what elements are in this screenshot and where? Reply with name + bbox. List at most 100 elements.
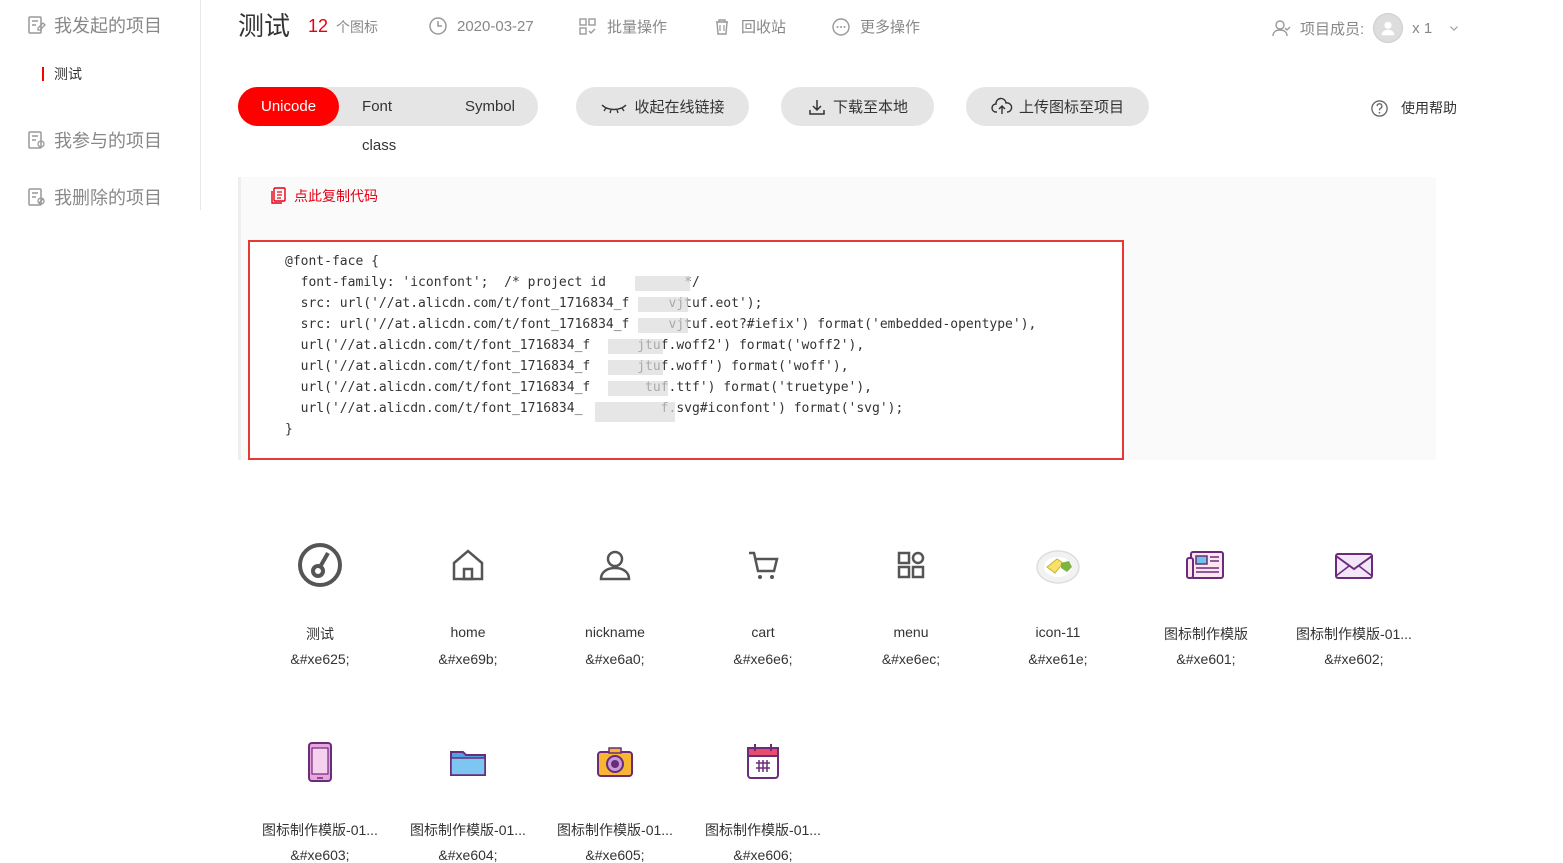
redaction-blur [608, 360, 663, 375]
code-line: url('//at.alicdn.com/t/font_1716834_f tu… [285, 380, 872, 395]
code-line: url('//at.alicdn.com/t/font_1716834_f jt… [285, 359, 849, 374]
icon-name: 图标制作模版-01... [557, 822, 673, 838]
icon-code: &#xe603; [290, 847, 350, 863]
upload-icons-button[interactable]: 上传图标至项目 [966, 87, 1149, 126]
calendar-icon [738, 737, 788, 787]
date-text: 2020-03-27 [457, 17, 534, 35]
icon-name: 图标制作模版-01... [705, 822, 821, 838]
user-avatar-icon [1381, 21, 1395, 36]
icon-card[interactable]: 图标制作模版-01... &#xe603; [246, 737, 394, 863]
icon-name: 图标制作模版 [1164, 626, 1248, 642]
icon-name: nickname [585, 624, 645, 640]
icon-name: 图标制作模版-01... [410, 822, 526, 838]
clock-icon [429, 17, 447, 35]
members-label: 项目成员: [1300, 20, 1365, 38]
sidebar-item-label: 我删除的项目 [54, 188, 162, 208]
cloud-upload-icon [991, 97, 1013, 114]
icon-card[interactable]: icon-11 &#xe61e; [984, 540, 1132, 680]
chevron-down-icon [1450, 26, 1459, 31]
home-icon [443, 540, 493, 590]
more-operations-button[interactable]: 更多操作 [831, 16, 920, 37]
project-date: 2020-03-27 [428, 16, 534, 36]
icon-code: &#xe6ec; [881, 651, 941, 667]
active-marker [42, 67, 44, 81]
cart-icon [738, 540, 788, 590]
food-plate-icon [1033, 540, 1083, 590]
sidebar-sub-item-label: 测试 [54, 66, 82, 82]
icon-name: 测试 [306, 626, 334, 642]
redaction-blur [595, 402, 675, 422]
icon-card[interactable]: 测试 &#xe625; [246, 540, 394, 680]
icon-code: &#xe602; [1324, 651, 1384, 667]
icon-code: &#xe605; [585, 847, 645, 863]
icon-card[interactable]: 图标制作模版-01... &#xe606; [689, 737, 837, 863]
copy-icon [271, 187, 286, 204]
phone-icon [295, 737, 345, 787]
sidebar-item-label: 我参与的项目 [54, 131, 162, 151]
copy-code-label: 点此复制代码 [294, 188, 378, 204]
collapse-online-link-button[interactable]: 收起在线链接 [576, 87, 749, 126]
batch-operation-button[interactable]: 批量操作 [578, 16, 667, 37]
icon-name: icon-11 [1035, 624, 1081, 640]
more-dots-icon [832, 17, 850, 36]
icon-name: home [450, 624, 486, 640]
upload-icons-label: 上传图标至项目 [1018, 99, 1124, 116]
sidebar-item-initiated[interactable]: 我发起的项目 [26, 12, 162, 38]
sidebar: 我发起的项目 测试 我参与的项目 我删除的项目 [0, 0, 201, 210]
icon-name: 图标制作模版-01... [1296, 626, 1412, 642]
help-label: 使用帮助 [1401, 100, 1457, 116]
project-members[interactable]: 项目成员: x 1 [1271, 13, 1461, 43]
tab-font-class[interactable]: Font class [339, 87, 442, 154]
icon-count-number: 12 [308, 16, 329, 36]
folder-icon [443, 737, 493, 787]
code-block[interactable]: @font-face { font-family: 'iconfont'; /*… [248, 240, 1124, 460]
icon-code: &#xe6a0; [585, 651, 645, 667]
icon-card[interactable]: 图标制作模版-01... &#xe602; [1280, 540, 1428, 680]
project-doc-icon [28, 188, 45, 206]
trash-icon [716, 18, 728, 35]
icon-card[interactable]: cart &#xe6e6; [689, 540, 837, 680]
collapse-online-link-label: 收起在线链接 [634, 99, 725, 116]
redaction-blur [638, 297, 688, 312]
batch-operation-label: 批量操作 [607, 19, 668, 36]
icon-card[interactable]: 图标制作模版-01... &#xe605; [541, 737, 689, 863]
download-local-label: 下载至本地 [832, 99, 908, 116]
icon-card[interactable]: nickname &#xe6a0; [541, 540, 689, 680]
icon-name: cart [751, 624, 775, 640]
project-doc-icon [28, 131, 45, 149]
icon-name: 图标制作模版-01... [262, 822, 378, 838]
icon-code: &#xe61e; [1028, 651, 1088, 667]
icon-count-unit: 个图标 [336, 19, 379, 35]
more-operations-label: 更多操作 [860, 19, 921, 36]
sidebar-item-joined[interactable]: 我参与的项目 [26, 127, 162, 153]
icon-count: 12 个图标 [308, 16, 378, 37]
members-count: x 1 [1412, 19, 1433, 37]
download-icon [809, 99, 825, 115]
icon-card[interactable]: 图标制作模版 &#xe601; [1132, 540, 1280, 680]
tab-unicode[interactable]: Unicode [238, 87, 340, 126]
camera-icon [590, 737, 640, 787]
code-type-tabs: Unicode Font class Symbol [238, 87, 538, 154]
code-line: src: url('//at.alicdn.com/t/font_1716834… [285, 296, 763, 311]
envelope-icon [1329, 540, 1379, 590]
help-button[interactable]: 使用帮助 [1370, 98, 1457, 118]
batch-grid-icon [579, 17, 596, 35]
icon-code: &#xe604; [438, 847, 498, 863]
icon-card[interactable]: 图标制作模版-01... &#xe604; [394, 737, 542, 863]
recycle-bin-label: 回收站 [741, 19, 787, 36]
download-local-button[interactable]: 下载至本地 [781, 87, 934, 126]
icon-card[interactable]: menu &#xe6ec; [837, 540, 985, 680]
icon-card[interactable]: home &#xe69b; [394, 540, 542, 680]
redaction-blur [608, 339, 663, 354]
eye-closed-icon [601, 103, 628, 113]
menu-grid-icon [886, 540, 936, 590]
sidebar-item-deleted[interactable]: 我删除的项目 [26, 184, 162, 210]
sidebar-sub-item-test[interactable]: 测试 [42, 64, 82, 84]
recycle-bin-button[interactable]: 回收站 [712, 16, 786, 37]
copy-code-button[interactable]: 点此复制代码 [268, 186, 378, 206]
tab-symbol[interactable]: Symbol [442, 87, 538, 126]
icon-code: &#xe6e6; [733, 651, 793, 667]
newspaper-icon [1181, 540, 1231, 590]
icon-code: &#xe625; [290, 651, 350, 667]
avatar[interactable] [1373, 13, 1404, 43]
